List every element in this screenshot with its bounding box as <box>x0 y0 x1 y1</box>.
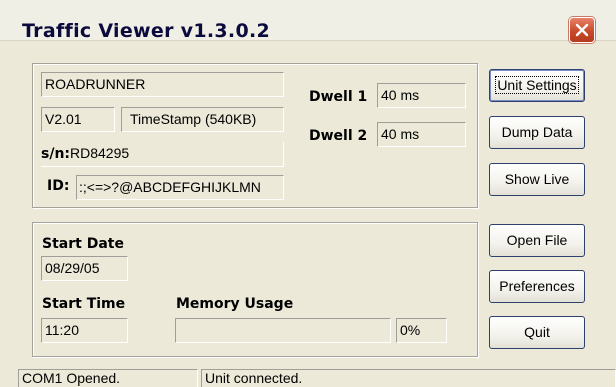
window-title: Traffic Viewer v1.3.0.2 <box>22 20 270 42</box>
start-time-label: Start Time <box>42 296 126 312</box>
timestamp-field: TimeStamp (540KB) <box>121 107 284 132</box>
close-button[interactable] <box>569 17 595 43</box>
dwell2-value-field: 40 ms <box>377 122 466 147</box>
start-date-label: Start Date <box>42 236 124 252</box>
status-port: COM1 Opened. <box>18 369 198 387</box>
unit-settings-label: Unit Settings <box>495 76 579 94</box>
preferences-button[interactable]: Preferences <box>489 270 585 303</box>
dwell1-label: Dwell 1 <box>309 89 368 105</box>
unit-name-field: ROADRUNNER <box>41 72 284 97</box>
start-date-field: 08/29/05 <box>41 256 128 281</box>
dwell1-value-field: 40 ms <box>377 83 466 108</box>
serial-number-value: RD84295 <box>70 145 130 161</box>
serial-label: s/n: <box>41 146 71 162</box>
firmware-version-field: V2.01 <box>41 107 115 132</box>
open-file-button[interactable]: Open File <box>489 224 585 257</box>
serial-number-row: s/n:RD84295 <box>41 142 284 167</box>
dwell2-label: Dwell 2 <box>309 128 368 144</box>
quit-button[interactable]: Quit <box>489 316 585 349</box>
status-bar: COM1 Opened. Unit connected. <box>0 366 616 387</box>
close-x-icon <box>575 23 589 37</box>
start-time-field: 11:20 <box>41 318 128 343</box>
title-bar[interactable]: Traffic Viewer v1.3.0.2 <box>0 0 616 43</box>
memory-usage-percent: 0% <box>396 318 447 343</box>
unit-id-field: :;<=>?@ABCDEFGHIJKLMN <box>76 175 284 200</box>
status-unit: Unit connected. <box>201 369 616 387</box>
app-window: Traffic Viewer v1.3.0.2 ROADRUNNER V2.01… <box>0 0 616 387</box>
memory-usage-label: Memory Usage <box>176 296 294 312</box>
id-label: ID: <box>47 178 70 194</box>
dump-data-button[interactable]: Dump Data <box>489 116 585 149</box>
memory-usage-bar <box>175 318 391 343</box>
unit-settings-button[interactable]: Unit Settings <box>489 69 585 102</box>
show-live-button[interactable]: Show Live <box>489 163 585 196</box>
